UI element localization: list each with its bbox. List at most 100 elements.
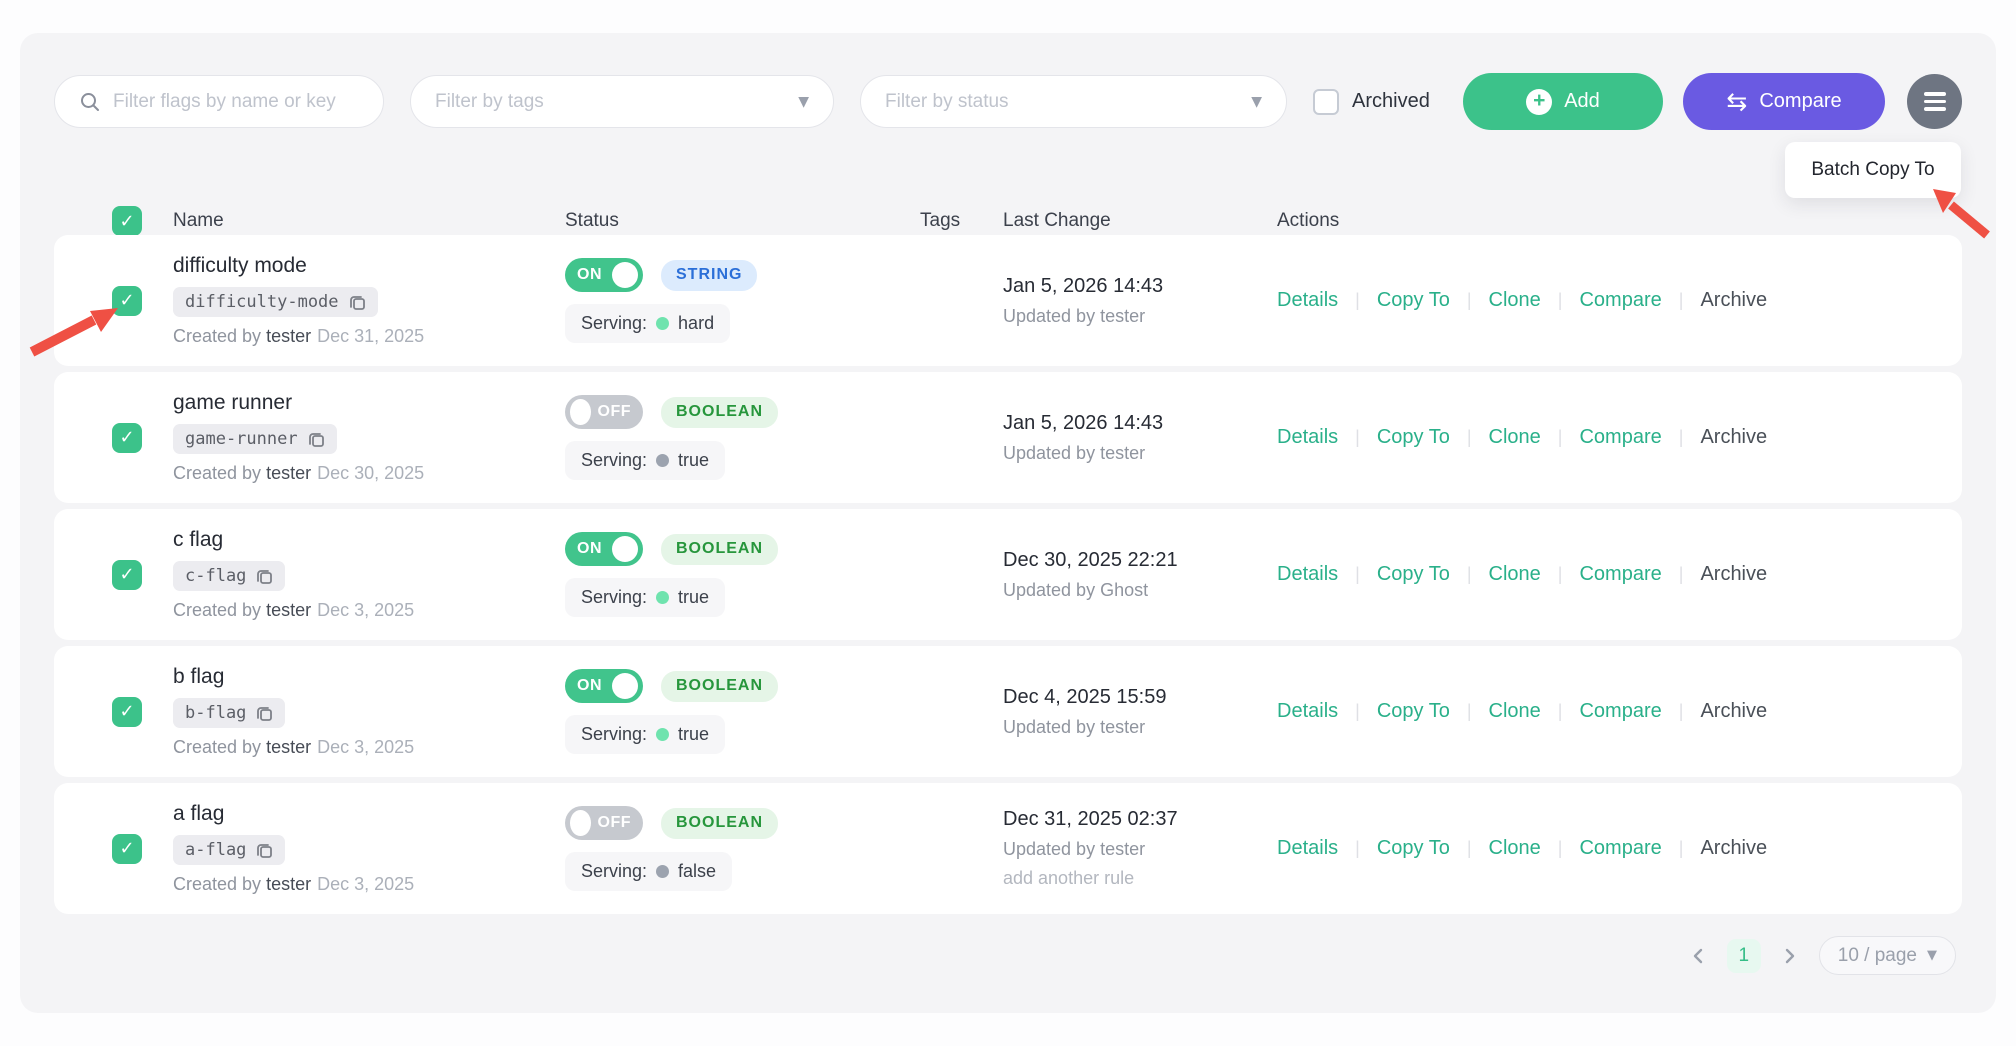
serving-dot	[656, 728, 670, 741]
flag-toggle[interactable]: ON	[565, 258, 643, 292]
clone-link[interactable]: Clone	[1489, 289, 1541, 312]
copy-to-link[interactable]: Copy To	[1377, 700, 1450, 723]
serving-chip: Serving: true	[565, 578, 726, 617]
status-placeholder: Filter by status	[885, 90, 1009, 112]
flag-name: b flag	[173, 665, 225, 688]
details-link[interactable]: Details	[1277, 563, 1338, 586]
chevron-down-icon: ▼	[798, 93, 809, 110]
details-link[interactable]: Details	[1277, 700, 1338, 723]
flag-key: game-runner	[185, 429, 298, 449]
details-link[interactable]: Details	[1277, 426, 1338, 449]
select-all-checkbox[interactable]: ✓	[112, 206, 142, 236]
archived-checkbox[interactable]	[1313, 88, 1339, 115]
plus-icon: +	[1526, 88, 1553, 115]
last-change-date: Dec 4, 2025 15:59	[1003, 685, 1167, 708]
created-by-line: Created by tester Dec 31, 2025	[173, 326, 425, 346]
batch-menu-button[interactable]	[1907, 74, 1962, 129]
created-by-line: Created by tester Dec 3, 2025	[173, 737, 415, 757]
row-checkbox[interactable]: ✓	[112, 559, 142, 590]
row-checkbox[interactable]: ✓	[112, 285, 142, 316]
chevron-down-icon: ▼	[1927, 948, 1937, 963]
pagination: 1 10 / page ▼	[1685, 936, 1956, 975]
batch-copy-menu-item[interactable]: Batch Copy To	[1785, 142, 1961, 198]
copy-icon[interactable]	[256, 705, 273, 722]
flag-toggle[interactable]: ON	[565, 532, 643, 566]
copy-to-link[interactable]: Copy To	[1377, 289, 1450, 312]
serving-chip: Serving: hard	[565, 304, 731, 343]
status-filter-select[interactable]: Filter by status ▼	[860, 75, 1287, 128]
updated-by-line: Updated by tester	[1003, 839, 1146, 859]
archive-link[interactable]: Archive	[1700, 426, 1767, 449]
row-checkbox[interactable]: ✓	[112, 696, 142, 727]
copy-icon[interactable]	[256, 568, 273, 585]
compare-button-label: Compare	[1759, 90, 1842, 112]
archive-link[interactable]: Archive	[1700, 700, 1767, 723]
add-button[interactable]: + Add	[1463, 73, 1663, 130]
table-row: ✓ difficulty mode difficulty-mode Create…	[54, 235, 1962, 366]
archived-filter: Archived	[1313, 88, 1430, 115]
chevron-left-icon[interactable]	[1685, 943, 1711, 969]
updated-by-line: Updated by tester	[1003, 442, 1146, 463]
clone-link[interactable]: Clone	[1489, 837, 1541, 860]
flag-key-chip[interactable]: a-flag	[173, 835, 286, 865]
archive-link[interactable]: Archive	[1700, 563, 1767, 586]
tags-placeholder: Filter by tags	[435, 90, 544, 112]
flag-key-chip[interactable]: game-runner	[173, 424, 337, 454]
copy-to-link[interactable]: Copy To	[1377, 837, 1450, 860]
page-size-select[interactable]: 10 / page ▼	[1818, 936, 1956, 975]
copy-icon[interactable]	[349, 294, 366, 311]
flag-key-chip[interactable]: b-flag	[173, 698, 286, 728]
compare-link[interactable]: Compare	[1579, 700, 1661, 723]
flag-name: difficulty mode	[173, 254, 307, 277]
type-badge: BOOLEAN	[661, 670, 778, 702]
flag-key-chip[interactable]: difficulty-mode	[173, 287, 378, 317]
search-input[interactable]: Filter flags by name or key	[54, 75, 384, 128]
updated-by-line: Updated by tester	[1003, 305, 1146, 326]
chevron-right-icon[interactable]	[1777, 943, 1803, 969]
created-by-line: Created by tester Dec 3, 2025	[173, 600, 415, 620]
compare-link[interactable]: Compare	[1579, 837, 1661, 860]
compare-button[interactable]: ⇆ Compare	[1683, 73, 1885, 130]
table-row: ✓ c flag c-flag Created by tester Dec 3, …	[54, 509, 1962, 640]
archive-link[interactable]: Archive	[1700, 837, 1767, 860]
header-actions: Actions	[1277, 210, 1340, 231]
flag-toggle[interactable]: ON	[565, 669, 643, 703]
flag-name: game runner	[173, 391, 293, 414]
row-checkbox[interactable]: ✓	[112, 833, 142, 864]
compare-link[interactable]: Compare	[1579, 563, 1661, 586]
copy-icon[interactable]	[308, 431, 325, 448]
clone-link[interactable]: Clone	[1489, 426, 1541, 449]
details-link[interactable]: Details	[1277, 837, 1338, 860]
flag-key-chip[interactable]: c-flag	[173, 561, 286, 591]
serving-value: true	[678, 450, 710, 470]
compare-link[interactable]: Compare	[1579, 289, 1661, 312]
details-link[interactable]: Details	[1277, 289, 1338, 312]
flag-toggle[interactable]: OFF	[565, 395, 643, 429]
change-note: add another rule	[1003, 868, 1135, 888]
serving-value: true	[678, 724, 710, 744]
copy-icon[interactable]	[256, 842, 273, 859]
page-number[interactable]: 1	[1726, 938, 1761, 973]
tags-filter-select[interactable]: Filter by tags ▼	[410, 75, 834, 128]
flag-table-body: ✓ difficulty mode difficulty-mode Create…	[54, 235, 1962, 914]
content-panel: Filter flags by name or key Filter by ta…	[20, 33, 1996, 1013]
row-checkbox[interactable]: ✓	[112, 422, 142, 453]
archive-link[interactable]: Archive	[1700, 289, 1767, 312]
copy-to-link[interactable]: Copy To	[1377, 563, 1450, 586]
swap-arrows-icon: ⇆	[1726, 87, 1748, 116]
compare-link[interactable]: Compare	[1579, 426, 1661, 449]
clone-link[interactable]: Clone	[1489, 563, 1541, 586]
created-by-line: Created by tester Dec 3, 2025	[173, 874, 415, 894]
search-placeholder: Filter flags by name or key	[113, 90, 336, 112]
serving-chip: Serving: true	[565, 715, 726, 754]
archived-label: Archived	[1352, 90, 1430, 112]
copy-to-link[interactable]: Copy To	[1377, 426, 1450, 449]
flag-toggle[interactable]: OFF	[565, 806, 643, 840]
add-button-label: Add	[1564, 90, 1600, 112]
header-status: Status	[565, 210, 619, 231]
serving-dot	[656, 591, 670, 604]
serving-value: hard	[678, 313, 715, 333]
serving-chip: Serving: true	[565, 441, 726, 480]
clone-link[interactable]: Clone	[1489, 700, 1541, 723]
header-name: Name	[173, 210, 224, 231]
